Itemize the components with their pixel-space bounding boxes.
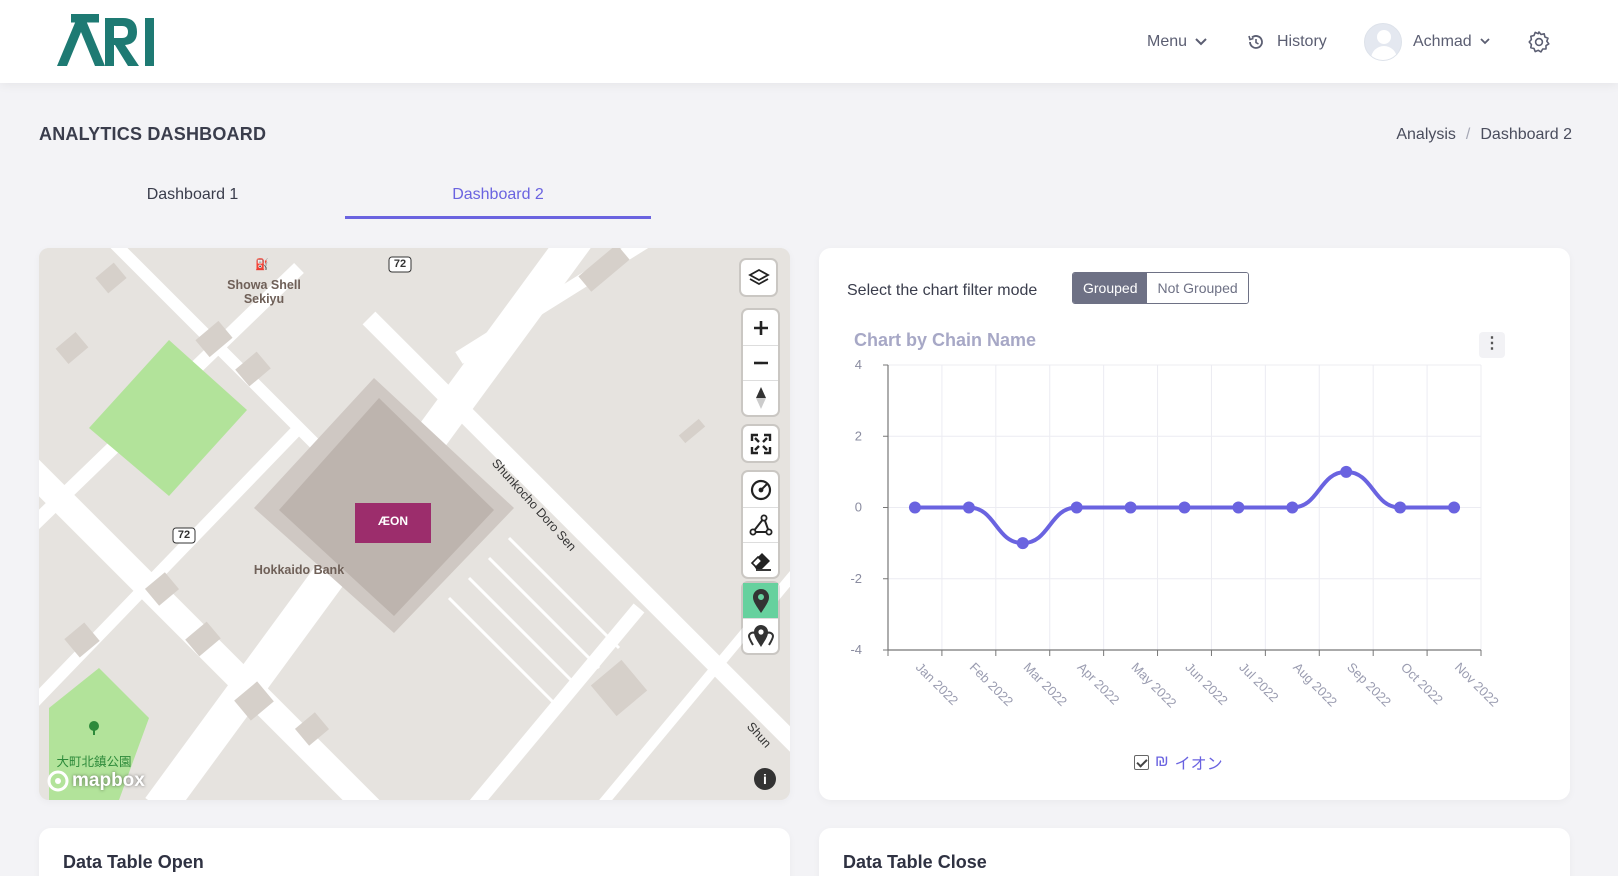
legend-series-label: イオン [1174,756,1223,773]
multi-marker-button[interactable] [743,618,778,653]
menu-label: Menu [1147,32,1188,50]
y-tick-label: 0 [855,500,862,515]
chart-card: Select the chart filter mode Grouped Not… [819,248,1570,800]
draw-control[interactable] [743,472,778,577]
data-point [1394,501,1407,514]
x-tick-label: Jun 2022 [1182,660,1230,708]
menu-dropdown[interactable]: Menu [1147,0,1207,83]
layers-icon [747,268,770,285]
x-tick-label: Nov 2022 [1452,660,1502,710]
zoom-control[interactable] [743,310,778,415]
chart-legend[interactable]: ₪ イオン [1134,750,1223,774]
fullscreen-control[interactable] [743,426,778,461]
x-tick-label: Apr 2022 [1075,660,1123,708]
mapbox-attribution[interactable]: mapbox [47,770,145,792]
data-point [1178,501,1191,514]
zoom-out-button[interactable] [743,345,778,380]
map-label-store: ÆON [378,514,408,528]
history-icon [1248,34,1263,49]
breadcrumb-separator: / [1465,126,1471,143]
minus-icon [753,361,768,365]
eraser-icon [750,553,771,571]
zoom-in-button[interactable] [743,310,778,345]
fullscreen-icon [750,433,771,454]
fuel-icon: ⛽ [255,259,269,271]
map-pin-icon [752,588,769,613]
line-chart: 4 2 0 -2 -4 Jan 2022 Feb 2022 Mar 2022 Apr 2022 M… [850,357,1502,711]
mapbox-logo-icon [47,770,69,792]
x-tick-label: Oct 2022 [1398,660,1446,708]
fullscreen-button[interactable] [743,426,778,461]
draw-circle-icon [750,479,771,500]
top-navbar: Menu History Achmad [0,0,1618,83]
history-link[interactable]: History [1247,0,1327,83]
data-point [1070,501,1083,514]
chevron-down-icon [1480,38,1490,45]
data-point [1286,501,1299,514]
y-tick-label: -2 [850,571,862,586]
gear-icon [1528,30,1550,53]
eraser-button[interactable] [743,542,778,577]
data-point [1016,537,1029,550]
map-label-station: Showa Shell Sekiyu [227,278,301,306]
data-point [962,501,975,514]
user-dropdown[interactable]: Achmad [1364,0,1490,83]
y-tick-label: -4 [850,642,862,657]
layers-button[interactable] [741,260,776,295]
legend-series-icon: ₪ [1155,753,1169,770]
breadcrumb-current: Dashboard 2 [1480,126,1572,143]
y-tick-label: 2 [855,428,862,443]
x-tick-label: Aug 2022 [1290,660,1340,710]
tab-dashboard-1[interactable]: Dashboard 1 [39,186,346,218]
data-point [908,501,921,514]
place-marker-button[interactable] [743,583,778,618]
x-tick-label: May 2022 [1128,660,1179,711]
legend-checkbox[interactable] [1134,754,1149,770]
map-label-bank: Hokkaido Bank [253,563,345,577]
history-label: History [1277,32,1327,50]
map-label-park: 大町北鎮公園 [56,755,132,769]
x-tick-label: Jan 2022 [913,660,961,708]
data-point [1340,465,1353,478]
data-point [1124,501,1137,514]
data-table-open-card: Data Table Open [39,828,790,876]
tab-label: Dashboard 1 [146,186,239,203]
data-table-close-card: Data Table Close [819,828,1570,876]
multi-pin-icon [747,625,774,647]
chevron-down-icon [1195,37,1207,45]
compass-button[interactable] [743,380,778,415]
page-title: ANALYTICS DASHBOARD [39,124,267,144]
map-info-button[interactable]: i [754,768,776,790]
mapbox-text: mapbox [72,770,145,791]
map-view[interactable]: 72 72 ⛽ Showa Shell Sekiyu Hokkaido Bank… [39,248,790,800]
tab-dashboard-2[interactable]: Dashboard 2 [345,186,651,219]
tab-label: Dashboard 2 [452,186,544,203]
x-tick-label: Feb 2022 [967,660,1016,709]
draw-circle-button[interactable] [743,472,778,507]
avatar [1364,22,1402,61]
draw-polyline-icon [749,514,772,536]
data-table-open-title: Data Table Open [63,852,204,872]
compass-icon [755,387,766,409]
user-name: Achmad [1413,32,1472,50]
plus-icon [753,320,768,335]
x-tick-label: Jul 2022 [1236,660,1281,705]
data-table-close-title: Data Table Close [843,852,987,872]
data-point [1232,501,1245,514]
settings-button[interactable] [1527,0,1551,83]
data-point [1448,501,1461,514]
draw-line-button[interactable] [743,507,778,542]
x-tick-label: Mar 2022 [1021,660,1070,709]
ari-logo[interactable] [55,14,160,68]
x-tick-label: Sep 2022 [1344,660,1394,710]
layers-control[interactable] [741,260,776,295]
route-72-label: 72 [393,258,407,270]
breadcrumb-analysis[interactable]: Analysis [1396,126,1456,144]
route-72-label: 72 [177,529,191,541]
breadcrumb: Analysis / Dashboard 2 [1396,126,1572,144]
y-tick-label: 4 [855,357,862,372]
marker-control[interactable] [743,583,778,653]
